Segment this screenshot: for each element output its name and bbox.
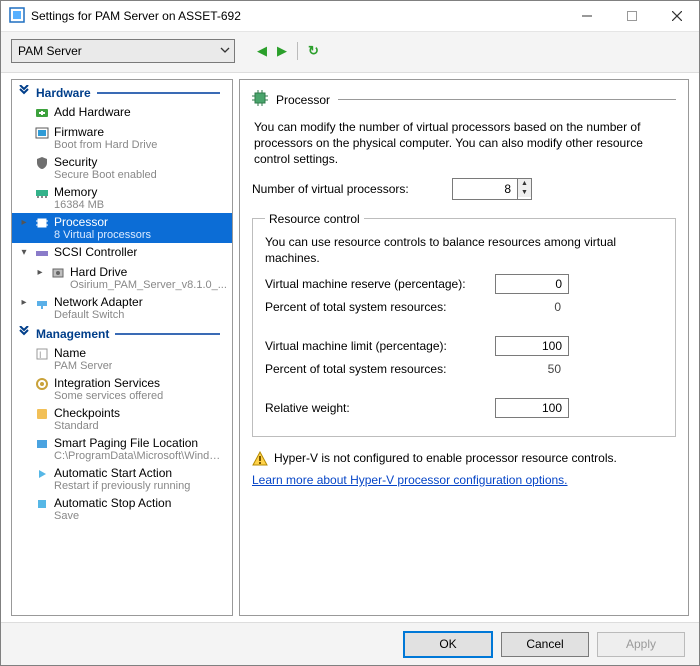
settings-tree[interactable]: Hardware Add Hardware FirmwareBoot from … — [11, 79, 233, 616]
memory-icon — [34, 185, 50, 201]
settings-window: Settings for PAM Server on ASSET-692 PAM… — [0, 0, 700, 666]
tree-item-network-adapter[interactable]: ▸ Network AdapterDefault Switch — [12, 293, 232, 323]
nav-back-button[interactable]: ◀ — [253, 41, 271, 61]
tree-item-auto-start[interactable]: Automatic Start ActionRestart if previou… — [12, 464, 232, 494]
limit-pct-value: 50 — [495, 362, 567, 376]
num-vproc-spinner[interactable]: ▲▼ — [452, 178, 532, 200]
cancel-button[interactable]: Cancel — [501, 632, 589, 657]
vm-reserve-label: Virtual machine reserve (percentage): — [265, 277, 495, 291]
collapse-icon[interactable]: ▾ — [18, 245, 30, 261]
panel-description: You can modify the number of virtual pro… — [254, 119, 674, 168]
tree-item-firmware[interactable]: FirmwareBoot from Hard Drive — [12, 123, 232, 153]
window-icon — [9, 7, 25, 26]
hardware-section-header[interactable]: Hardware — [12, 82, 232, 103]
resource-control-legend: Resource control — [265, 212, 364, 226]
warning-icon — [252, 451, 268, 467]
tree-item-processor[interactable]: ▸ Processor8 Virtual processors — [12, 213, 232, 243]
processor-settings-panel: Processor You can modify the number of v… — [239, 79, 689, 616]
collapse-icon — [18, 85, 30, 100]
autostart-icon — [34, 466, 50, 482]
add-hardware-icon — [34, 105, 50, 121]
vm-selector-value: PAM Server — [18, 44, 82, 58]
services-icon — [34, 376, 50, 392]
expand-icon[interactable]: ▸ — [18, 215, 30, 231]
firmware-icon — [34, 125, 50, 141]
apply-button[interactable]: Apply — [597, 632, 685, 657]
reserve-pct-label: Percent of total system resources: — [265, 300, 495, 314]
network-icon — [34, 295, 50, 311]
checkpoint-icon — [34, 406, 50, 422]
management-section-header[interactable]: Management — [12, 323, 232, 344]
minimize-button[interactable] — [564, 1, 609, 31]
name-icon: I — [34, 346, 50, 362]
titlebar: Settings for PAM Server on ASSET-692 — [1, 1, 699, 32]
vm-limit-label: Virtual machine limit (percentage): — [265, 339, 495, 353]
maximize-button[interactable] — [609, 1, 654, 31]
tree-item-checkpoints[interactable]: CheckpointsStandard — [12, 404, 232, 434]
tree-item-memory[interactable]: Memory16384 MB — [12, 183, 232, 213]
chevron-down-icon — [220, 44, 230, 58]
tree-item-auto-stop[interactable]: Automatic Stop ActionSave — [12, 494, 232, 524]
close-button[interactable] — [654, 1, 699, 31]
num-vproc-input[interactable] — [453, 179, 517, 199]
tree-item-hard-drive[interactable]: ▸ Hard DriveOsirium_PAM_Server_v8.1.0_..… — [12, 263, 232, 293]
learn-more-link[interactable]: Learn more about Hyper-V processor confi… — [252, 473, 568, 487]
panel-title: Processor — [276, 93, 330, 107]
resource-control-desc: You can use resource controls to balance… — [265, 234, 663, 266]
vm-reserve-input[interactable] — [495, 274, 569, 294]
tree-item-add-hardware[interactable]: Add Hardware — [12, 103, 232, 123]
warning-row: Hyper-V is not configured to enable proc… — [252, 451, 676, 467]
relative-weight-label: Relative weight: — [265, 401, 495, 415]
hardware-section-label: Hardware — [36, 86, 91, 100]
body: Hardware Add Hardware FirmwareBoot from … — [1, 73, 699, 622]
num-vproc-label: Number of virtual processors: — [252, 182, 452, 196]
scsi-icon — [34, 245, 50, 261]
shield-icon — [34, 155, 50, 171]
tree-item-integration-services[interactable]: Integration ServicesSome services offere… — [12, 374, 232, 404]
management-section-label: Management — [36, 327, 109, 341]
svg-text:I: I — [39, 350, 42, 360]
autostop-icon — [34, 496, 50, 512]
dialog-footer: OK Cancel Apply — [1, 622, 699, 665]
processor-icon — [252, 90, 268, 109]
nav-forward-button[interactable]: ▶ — [273, 41, 291, 61]
relative-weight-input[interactable] — [495, 398, 569, 418]
spin-up-button[interactable]: ▲ — [518, 179, 531, 188]
tree-item-name[interactable]: I NamePAM Server — [12, 344, 232, 374]
collapse-icon — [18, 326, 30, 341]
processor-icon — [34, 215, 50, 231]
vm-selector-dropdown[interactable]: PAM Server — [11, 39, 235, 63]
warning-text: Hyper-V is not configured to enable proc… — [274, 451, 617, 465]
spin-down-button[interactable]: ▼ — [518, 188, 531, 197]
vm-limit-input[interactable] — [495, 336, 569, 356]
toolbar-divider — [297, 42, 298, 60]
tree-item-security[interactable]: SecuritySecure Boot enabled — [12, 153, 232, 183]
window-controls — [564, 1, 699, 31]
paging-icon — [34, 436, 50, 452]
ok-button[interactable]: OK — [403, 631, 493, 658]
reserve-pct-value: 0 — [495, 300, 567, 314]
hard-drive-icon — [50, 265, 66, 281]
expand-icon[interactable]: ▸ — [18, 295, 30, 311]
window-title: Settings for PAM Server on ASSET-692 — [31, 9, 564, 23]
expand-icon[interactable]: ▸ — [34, 265, 46, 281]
tree-item-smart-paging[interactable]: Smart Paging File LocationC:\ProgramData… — [12, 434, 232, 464]
refresh-button[interactable]: ↻ — [304, 41, 323, 61]
toolbar: PAM Server ◀ ▶ ↻ — [1, 32, 699, 73]
resource-control-group: Resource control You can use resource co… — [252, 212, 676, 437]
tree-item-scsi-controller[interactable]: ▾ SCSI Controller — [12, 243, 232, 263]
limit-pct-label: Percent of total system resources: — [265, 362, 495, 376]
